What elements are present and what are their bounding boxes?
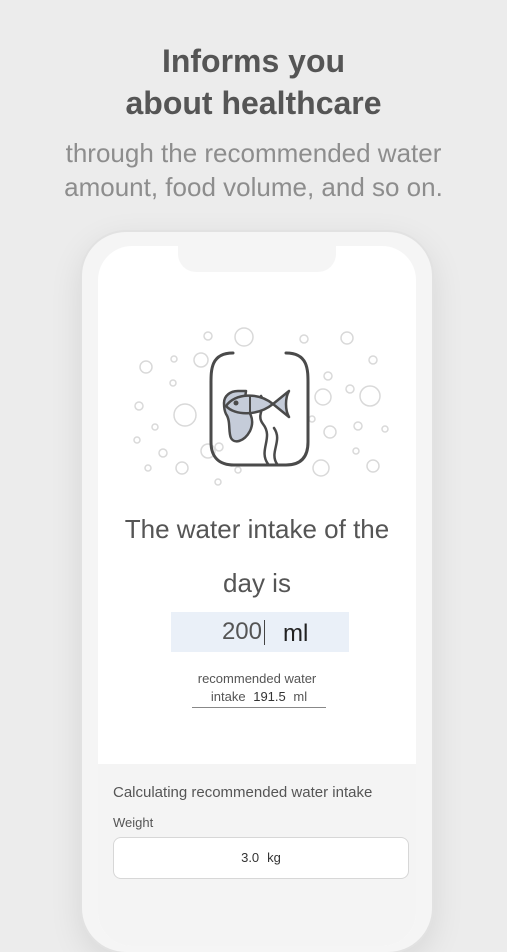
weight-value: 3.0	[241, 850, 260, 865]
recommended-label-2: intake	[210, 689, 246, 704]
subheadline: through the recommended water amount, fo…	[0, 136, 507, 204]
subheadline-line-1: through the recommended water	[65, 138, 442, 168]
intake-label-line-2: day is	[223, 568, 291, 598]
recommended-intake-row: intake 191.5 ml	[192, 689, 326, 708]
fish-bowl-icon	[209, 351, 310, 467]
headline: Informs you about healthcare	[0, 40, 507, 124]
phone-frame: The water intake of the day is 200 ml re…	[82, 232, 432, 952]
intake-input[interactable]: 200 ml	[171, 612, 349, 652]
intake-label-line-1: The water intake of the	[124, 514, 390, 544]
recommended-value: 191.5	[253, 689, 286, 704]
weight-label: Weight	[113, 815, 154, 830]
intake-unit: ml	[283, 620, 309, 647]
calculator-panel: Calculating recommended water intake Wei…	[98, 764, 416, 946]
text-cursor	[264, 620, 265, 645]
weight-field[interactable]: 3.0 kg	[113, 837, 409, 879]
subheadline-line-2: amount, food volume, and so on.	[64, 172, 443, 202]
phone-screen: The water intake of the day is 200 ml re…	[98, 246, 416, 946]
recommended-unit: ml	[293, 689, 308, 704]
weight-unit: kg	[267, 850, 281, 865]
calculator-title: Calculating recommended water intake	[113, 784, 373, 801]
headline-line-2: about healthcare	[125, 85, 382, 121]
headline-line-1: Informs you	[161, 43, 346, 79]
recommended-label: recommended water	[197, 671, 317, 686]
intake-value[interactable]: 200	[171, 616, 262, 648]
fish-bowl-illustration	[133, 327, 389, 486]
